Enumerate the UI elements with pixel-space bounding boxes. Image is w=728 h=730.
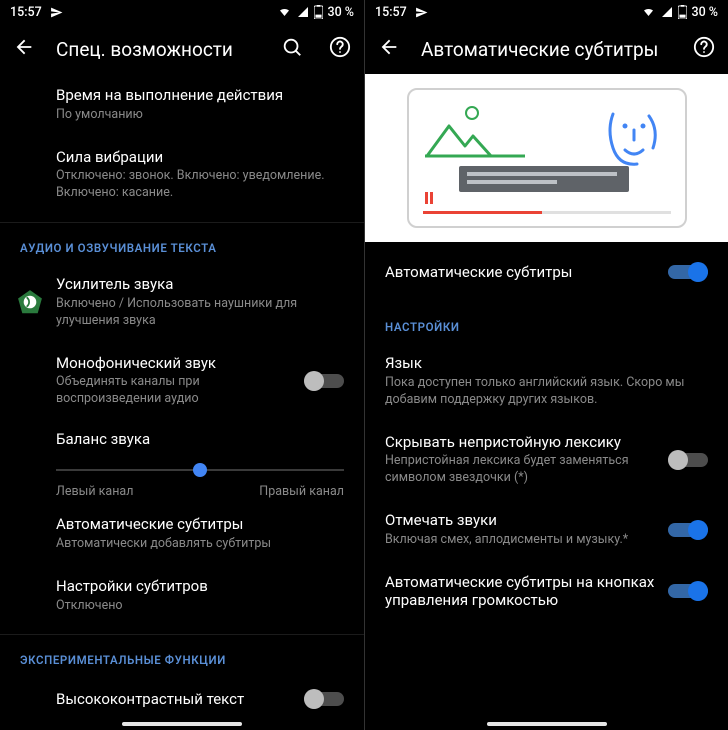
switch-volume-button[interactable]	[668, 579, 708, 603]
sublabel: Объединять каналы при воспроизведении ау…	[56, 374, 292, 408]
label: Монофонический звук	[56, 354, 292, 373]
label: Настройки субтитров	[56, 577, 344, 596]
row-volume-button[interactable]: Автоматические субтитры на кнопках управ…	[365, 561, 728, 623]
row-action-timeout[interactable]: Время на выполнение действия По умолчани…	[0, 74, 364, 136]
back-icon	[13, 36, 35, 62]
row-master-toggle[interactable]: Автоматические субтитры	[365, 242, 728, 302]
pause-icon	[425, 192, 433, 204]
send-icon	[50, 6, 63, 19]
switch-mono[interactable]	[304, 369, 344, 393]
row-label-sounds[interactable]: Отмечать звуки Включая смех, аплодисмент…	[365, 499, 728, 561]
section-settings-header: НАСТРОЙКИ	[365, 302, 728, 342]
section-audio-header: АУДИО И ОЗВУЧИВАНИЕ ТЕКСТА	[0, 223, 364, 263]
help-icon	[329, 36, 351, 62]
row-language[interactable]: Язык Пока доступен только английский язы…	[365, 342, 728, 421]
status-battery-text: 30 %	[327, 5, 354, 20]
help-button[interactable]	[688, 33, 720, 65]
status-time: 15:57	[375, 5, 407, 20]
help-icon	[693, 36, 715, 62]
label: Скрывать непристойную лексику	[385, 433, 656, 452]
switch-profanity[interactable]	[668, 448, 708, 472]
caption-bar-graphic	[459, 166, 629, 192]
row-high-contrast[interactable]: Высококонтрастный текст	[0, 675, 364, 723]
switch-label-sounds[interactable]	[668, 518, 708, 542]
accessibility-sound-amplifier-icon	[16, 288, 44, 316]
help-button[interactable]	[324, 33, 356, 65]
status-bar: 15:57 30 %	[0, 0, 364, 24]
switch-high-contrast[interactable]	[304, 687, 344, 711]
phone-left: 15:57 30 % Спец. возможности	[0, 0, 364, 730]
slider-thumb[interactable]	[193, 463, 207, 477]
back-button[interactable]	[8, 33, 40, 65]
row-audio-balance: Баланс звука Левый канал Правый канал	[0, 420, 364, 503]
nav-indicator	[122, 722, 242, 726]
row-auto-captions[interactable]: Автоматические субтитры Автоматически до…	[0, 503, 364, 565]
status-bar: 15:57 30 %	[365, 0, 728, 24]
slider-right-label: Правый канал	[259, 484, 344, 499]
row-profanity[interactable]: Скрывать непристойную лексику Непристойн…	[365, 421, 728, 500]
label: Отмечать звуки	[385, 511, 656, 530]
sublabel: Непристойная лексика будет заменяться си…	[385, 453, 656, 487]
label: Автоматические субтитры	[385, 263, 656, 282]
wifi-icon	[641, 6, 656, 18]
switch-master[interactable]	[668, 260, 708, 284]
appbar-left: Спец. возможности	[0, 24, 364, 74]
label: Время на выполнение действия	[56, 86, 344, 105]
label: Баланс звука	[56, 430, 344, 448]
hero-illustration	[365, 74, 728, 242]
label: Сила вибрации	[56, 148, 344, 167]
page-title-left: Спец. возможности	[56, 38, 260, 61]
label: Усилитель звука	[56, 275, 344, 294]
signal-icon	[296, 6, 310, 18]
wifi-icon	[277, 6, 292, 18]
phone-right: 15:57 30 % Автоматические субтитры	[364, 0, 728, 730]
section-experimental-header: ЭКСПЕРИМЕНТАЛЬНЫЕ ФУНКЦИИ	[0, 635, 364, 675]
row-vibration[interactable]: Сила вибрации Отключено: звонок. Включен…	[0, 136, 364, 215]
label: Автоматические субтитры на кнопках управ…	[385, 573, 656, 611]
label: Язык	[385, 354, 708, 373]
back-button[interactable]	[373, 33, 405, 65]
sublabel: Пока доступен только английский язык. Ск…	[385, 375, 708, 409]
battery-icon	[314, 5, 323, 19]
back-icon	[378, 36, 400, 62]
slider-audio-balance[interactable]	[56, 458, 344, 482]
row-sound-amplifier[interactable]: Усилитель звука Включено / Использовать …	[0, 263, 364, 342]
search-button[interactable]	[276, 33, 308, 65]
sublabel: По умолчанию	[56, 107, 344, 124]
sublabel: Включено / Использовать наушники для улу…	[56, 296, 344, 330]
signal-icon	[660, 6, 674, 18]
nav-indicator	[487, 722, 607, 726]
row-mono-audio[interactable]: Монофонический звук Объединять каналы пр…	[0, 342, 364, 421]
sublabel: Отключено: звонок. Включено: уведомление…	[56, 168, 344, 202]
battery-icon	[678, 5, 687, 19]
progress-bar-graphic	[423, 211, 671, 214]
send-icon	[415, 6, 428, 19]
appbar-right: Автоматические субтитры	[365, 24, 728, 74]
sublabel: Отключено	[56, 598, 344, 615]
slider-left-label: Левый канал	[56, 484, 133, 499]
face-icon	[603, 108, 663, 174]
row-caption-settings[interactable]: Настройки субтитров Отключено	[0, 565, 364, 627]
label: Автоматические субтитры	[56, 515, 344, 534]
status-battery-text: 30 %	[691, 5, 718, 20]
page-title-right: Автоматические субтитры	[421, 38, 672, 61]
label: Высококонтрастный текст	[56, 690, 292, 709]
status-time: 15:57	[10, 5, 42, 20]
mountains-icon	[425, 112, 525, 162]
sublabel: Автоматически добавлять субтитры	[56, 536, 344, 553]
sublabel: Включая смех, аплодисменты и музыку.*	[385, 532, 656, 549]
search-icon	[281, 36, 303, 62]
